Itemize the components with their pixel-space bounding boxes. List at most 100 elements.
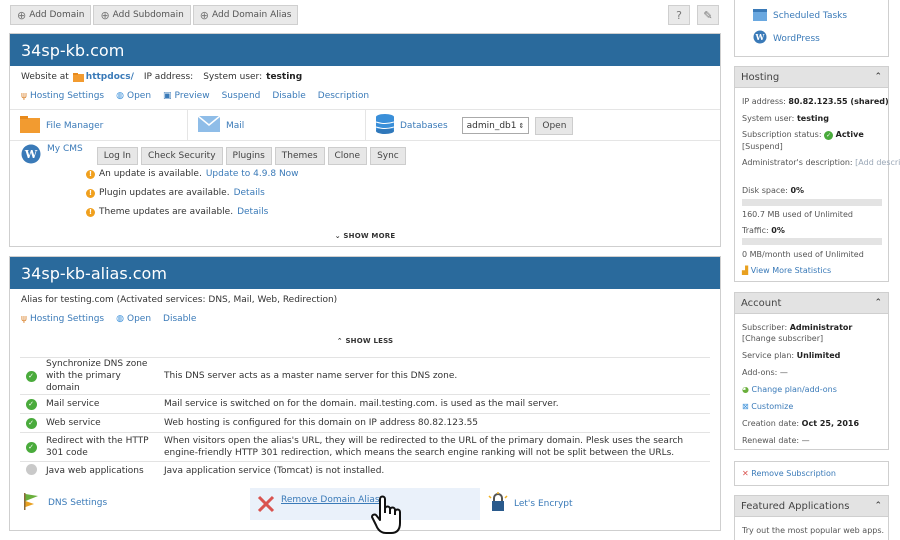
folder-icon: [72, 72, 84, 83]
chevron-up-icon: ⌃: [874, 72, 882, 82]
database-open-button[interactable]: Open: [535, 116, 574, 135]
check-icon: ✓: [25, 418, 37, 429]
wordpress-icon: W: [753, 30, 767, 47]
hosting-panel: Hosting ⌃ IP address: 80.82.123.55 (share…: [734, 66, 900, 282]
table-row: ✓ Redirect with the HTTP 301 code When v…: [20, 432, 710, 462]
wordpress-link[interactable]: W WordPress: [753, 30, 820, 47]
theme-details-link[interactable]: Details: [237, 207, 268, 217]
disable-link[interactable]: Disable: [163, 314, 196, 324]
preview-link[interactable]: ▣ Preview: [163, 91, 210, 101]
warning-icon: !: [86, 207, 95, 217]
show-less-toggle[interactable]: ⌃ SHOW LESS: [10, 337, 720, 345]
httpdocs-link[interactable]: httpdocs/: [86, 72, 134, 82]
warning-icon: !: [86, 188, 95, 198]
svg-text:W: W: [24, 148, 38, 161]
suspend-link[interactable]: Suspend: [222, 91, 261, 101]
add-subdomain-button[interactable]: ⊕ Add Subdomain: [93, 5, 191, 25]
lets-encrypt-link[interactable]: Let's Encrypt: [488, 492, 573, 515]
account-panel-header[interactable]: Account ⌃: [735, 293, 888, 314]
table-row: ✓ Synchronize DNS zone with the primary …: [20, 357, 710, 395]
hosting-settings-link[interactable]: ψ Hosting Settings: [21, 91, 104, 101]
open-link[interactable]: ◍ Open: [116, 91, 151, 101]
warning-themes: ! Theme updates are available. Details: [86, 207, 268, 217]
check-icon: ✓: [25, 442, 37, 453]
domain-card-primary: 34sp-kb.com Website at httpdocs/ IP addr…: [9, 33, 721, 247]
change-subscriber-link[interactable]: [Change subscriber]: [742, 333, 823, 344]
globe-icon: ◍: [116, 91, 124, 101]
suspend-link[interactable]: [Suspend]: [742, 141, 783, 152]
dns-settings-link[interactable]: DNS Settings: [22, 492, 107, 513]
add-domain-button[interactable]: ⊕ Add Domain: [10, 5, 92, 25]
tools-button[interactable]: ✎: [697, 5, 719, 25]
warning-update: ! An update is available. Update to 4.9.…: [86, 169, 299, 179]
change-plan-link[interactable]: ◕ Change plan/add-ons: [742, 384, 837, 395]
question-icon: ?: [676, 8, 682, 22]
plus-icon: ⊕: [100, 8, 110, 22]
cms-login-button[interactable]: Log In: [96, 146, 139, 165]
plus-icon: ⊕: [199, 8, 209, 22]
service-plan-link[interactable]: Unlimited: [797, 351, 841, 360]
file-manager-item[interactable]: File Manager: [10, 110, 103, 141]
alias-actions: ψ Hosting Settings ◍ Open Disable: [21, 314, 208, 324]
scheduled-tasks-link[interactable]: Scheduled Tasks: [753, 7, 847, 24]
cms-themes-button[interactable]: Themes: [274, 146, 325, 165]
cms-sync-button[interactable]: Sync: [370, 146, 406, 165]
traffic-usage-bar: [742, 238, 882, 245]
hosting-settings-icon: ψ: [21, 91, 27, 101]
alias-info: Alias for testing.com (Activated service…: [21, 295, 338, 305]
cms-clone-button[interactable]: Clone: [327, 146, 368, 165]
cms-check-security-button[interactable]: Check Security: [141, 146, 223, 165]
my-cms-link[interactable]: My CMS: [47, 144, 83, 154]
hosting-panel-header[interactable]: Hosting ⌃: [735, 67, 888, 88]
remove-x-icon: ✕: [742, 469, 749, 478]
updown-icon: ⇕: [518, 121, 525, 130]
plus-icon: ⊕: [17, 8, 27, 22]
featured-applications-panel: Featured Applications ⌃ Try out the most …: [734, 495, 889, 540]
domain-actions: ψ Hosting Settings ◍ Open ▣ Preview Suspend…: [21, 91, 381, 101]
featured-panel-header[interactable]: Featured Applications ⌃: [735, 496, 888, 517]
database-select[interactable]: admin_db1 ⇕: [461, 117, 530, 134]
show-more-toggle[interactable]: ⌄ SHOW MORE: [10, 232, 720, 240]
plugin-details-link[interactable]: Details: [234, 188, 265, 198]
cms-plugins-button[interactable]: Plugins: [225, 146, 272, 165]
hand-pointer-icon: [370, 495, 406, 538]
disable-link[interactable]: Disable: [272, 91, 305, 101]
customize-link[interactable]: ⊠ Customize: [742, 401, 793, 412]
top-toolbar: ⊕ Add Domain ⊕ Add Subdomain ⊕ Add Domain A…: [10, 5, 299, 25]
table-row: Java web applications Java application s…: [20, 461, 710, 481]
account-panel: Account ⌃ Subscriber: Administrator [Chan…: [734, 292, 889, 450]
remove-subscription-link[interactable]: ✕ Remove Subscription: [742, 468, 836, 479]
chevron-up-icon: ⌃: [874, 501, 882, 511]
flag-icon: [22, 492, 40, 513]
warning-icon: !: [86, 169, 95, 179]
hosting-settings-icon: ψ: [21, 314, 27, 324]
table-row: ✓ Mail service Mail service is switched …: [20, 394, 710, 414]
preview-icon: ▣: [163, 91, 172, 101]
remove-subscription-panel: ✕ Remove Subscription: [734, 461, 889, 486]
mail-icon: [197, 115, 221, 135]
mail-item[interactable]: Mail: [188, 110, 244, 141]
sidebar-tools: Scheduled Tasks W WordPress: [734, 0, 889, 57]
add-domain-alias-button[interactable]: ⊕ Add Domain Alias: [192, 5, 299, 25]
lock-icon: [488, 492, 508, 515]
chevron-up-icon: ⌃: [336, 337, 343, 345]
warning-plugins: ! Plugin updates are available. Details: [86, 188, 265, 198]
help-button[interactable]: ?: [668, 5, 690, 25]
system-user-value: testing: [266, 72, 303, 83]
view-statistics-link[interactable]: ▟ View More Statistics: [742, 265, 831, 276]
alias-services-table: ✓ Synchronize DNS zone with the primary …: [20, 357, 710, 481]
update-now-link[interactable]: Update to 4.9.8 Now: [206, 169, 299, 179]
add-description-link[interactable]: [Add description]: [855, 158, 900, 167]
open-link[interactable]: ◍ Open: [116, 314, 151, 324]
hosting-settings-link[interactable]: ψ Hosting Settings: [21, 314, 104, 324]
databases-link[interactable]: Databases: [400, 121, 448, 131]
check-icon: ✓: [824, 131, 834, 140]
description-link[interactable]: Description: [318, 91, 369, 101]
wordpress-icon: W: [21, 144, 41, 167]
remove-domain-alias-item[interactable]: Remove Domain Alias: [250, 488, 480, 520]
customize-icon: ⊠: [742, 402, 749, 411]
databases-item: Databases admin_db1 ⇕ Open: [366, 110, 574, 141]
calendar-icon: [753, 7, 767, 24]
database-icon: [375, 114, 395, 137]
website-info-row: Website at httpdocs/ IP address: System …: [21, 72, 303, 83]
